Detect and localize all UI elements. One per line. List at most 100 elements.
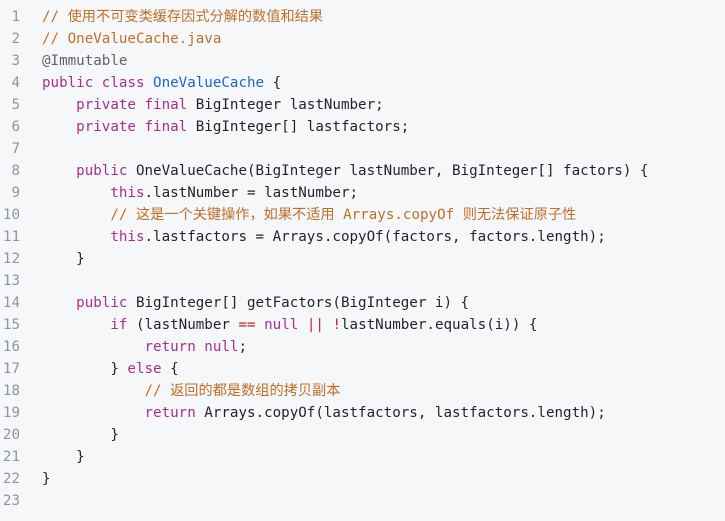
code-token: BigInteger lastNumber;: [195, 97, 384, 113]
code-line: 19 return Arrays.copyOf(lastfactors, las…: [0, 402, 725, 424]
line-number: 9: [11, 185, 20, 201]
code-text: // 使用不可变类缓存因式分解的数值和结果: [20, 6, 323, 28]
code-line: 21 }: [0, 446, 725, 468]
code-keyword: if: [110, 317, 136, 333]
code-comment: // 使用不可变类缓存因式分解的数值和结果: [42, 9, 324, 25]
code-text: private final BigInteger[] lastfactors;: [20, 116, 409, 138]
line-number: 23: [2, 493, 20, 509]
code-line: 20 }: [0, 424, 725, 446]
code-line: 13: [0, 270, 725, 292]
code-keyword: else: [127, 361, 162, 377]
code-token: }: [42, 251, 85, 267]
code-token: OneValueCache(BigInteger lastNumber, Big…: [135, 163, 649, 179]
code-text: }: [20, 468, 51, 490]
code-keyword: public: [76, 163, 136, 179]
code-keyword: public class: [42, 75, 154, 91]
line-number: 20: [2, 427, 20, 443]
code-text: // 返回的都是数组的拷贝副本: [20, 380, 341, 402]
code-text: // OneValueCache.java: [20, 28, 221, 50]
line-number: 4: [11, 75, 20, 91]
code-text: public OneValueCache(BigInteger lastNumb…: [20, 160, 648, 182]
code-line: 12 }: [0, 248, 725, 270]
code-token: }: [42, 361, 128, 377]
code-line: 17 } else {: [0, 358, 725, 380]
line-number: 12: [2, 251, 20, 267]
line-number: 19: [2, 405, 20, 421]
code-text: @Immutable: [20, 50, 127, 72]
line-number: 6: [11, 119, 20, 135]
code-line: 16 return null;: [0, 336, 725, 358]
code-token: (lastNumber: [135, 317, 239, 333]
code-comment: // OneValueCache.java: [42, 31, 222, 47]
code-token: }: [42, 449, 85, 465]
code-text: // 这是一个关键操作，如果不适用 Arrays.copyOf 则无法保证原子性: [20, 204, 576, 226]
code-keyword: return null: [144, 339, 239, 355]
line-number: 21: [2, 449, 20, 465]
code-line: 3 @Immutable: [0, 50, 725, 72]
code-keyword: private final: [76, 97, 196, 113]
line-number: 18: [2, 383, 20, 399]
line-number: 10: [2, 207, 20, 223]
line-number: 13: [2, 273, 20, 289]
code-line: 23: [0, 490, 725, 512]
code-text: this.lastNumber = lastNumber;: [20, 182, 358, 204]
code-comment: // 这是一个关键操作，如果不适用 Arrays.copyOf 则无法保证原子性: [110, 207, 577, 223]
code-comment: // 返回的都是数组的拷贝副本: [144, 383, 341, 399]
code-text: public BigInteger[] getFactors(BigIntege…: [20, 292, 469, 314]
line-number: 14: [2, 295, 20, 311]
code-annotation: @Immutable: [42, 53, 128, 69]
code-text: return Arrays.copyOf(lastfactors, lastfa…: [20, 402, 606, 424]
code-text: if (lastNumber == null || !lastNumber.eq…: [20, 314, 537, 336]
code-line: 22}: [0, 468, 725, 490]
line-number: 16: [2, 339, 20, 355]
code-text: private final BigInteger lastNumber;: [20, 94, 384, 116]
code-text: return null;: [20, 336, 248, 358]
code-keyword: null: [264, 317, 299, 333]
code-line: 6 private final BigInteger[] lastfactors…: [0, 116, 725, 138]
code-line: 5 private final BigInteger lastNumber;: [0, 94, 725, 116]
code-keyword: private final: [76, 119, 196, 135]
code-token: ;: [238, 339, 248, 355]
code-text: }: [20, 446, 85, 468]
code-viewer: 1 // 使用不可变类缓存因式分解的数值和结果 2 // OneValueCache.…: [0, 0, 725, 521]
code-token: {: [161, 361, 179, 377]
code-line: 10 // 这是一个关键操作，如果不适用 Arrays.copyOf 则无法保证…: [0, 204, 725, 226]
code-operator: !: [332, 317, 342, 333]
code-token: .lastNumber = lastNumber;: [144, 185, 359, 201]
code-text: this.lastfactors = Arrays.copyOf(factors…: [20, 226, 606, 248]
line-number: 7: [11, 141, 20, 157]
code-keyword: this: [110, 185, 145, 201]
code-line: 4 public class OneValueCache {: [0, 72, 725, 94]
code-line: 8 public OneValueCache(BigInteger lastNu…: [0, 160, 725, 182]
code-keyword: this: [110, 229, 145, 245]
code-operator: ==: [238, 317, 256, 333]
code-text: }: [20, 424, 119, 446]
line-number: 11: [2, 229, 20, 245]
code-line: 1 // 使用不可变类缓存因式分解的数值和结果: [0, 6, 725, 28]
code-token: }: [42, 471, 51, 487]
code-token: lastNumber.equals(i)) {: [341, 317, 538, 333]
line-number: 15: [2, 317, 20, 333]
line-number: 1: [11, 9, 20, 25]
code-line: 18 // 返回的都是数组的拷贝副本: [0, 380, 725, 402]
line-number: 3: [11, 53, 20, 69]
code-text: }: [20, 248, 85, 270]
code-token: {: [264, 75, 282, 91]
code-keyword: return: [144, 405, 205, 421]
code-keyword: public: [76, 295, 136, 311]
line-number: 5: [11, 97, 20, 113]
code-token: .lastfactors = Arrays.copyOf(factors, fa…: [144, 229, 606, 245]
